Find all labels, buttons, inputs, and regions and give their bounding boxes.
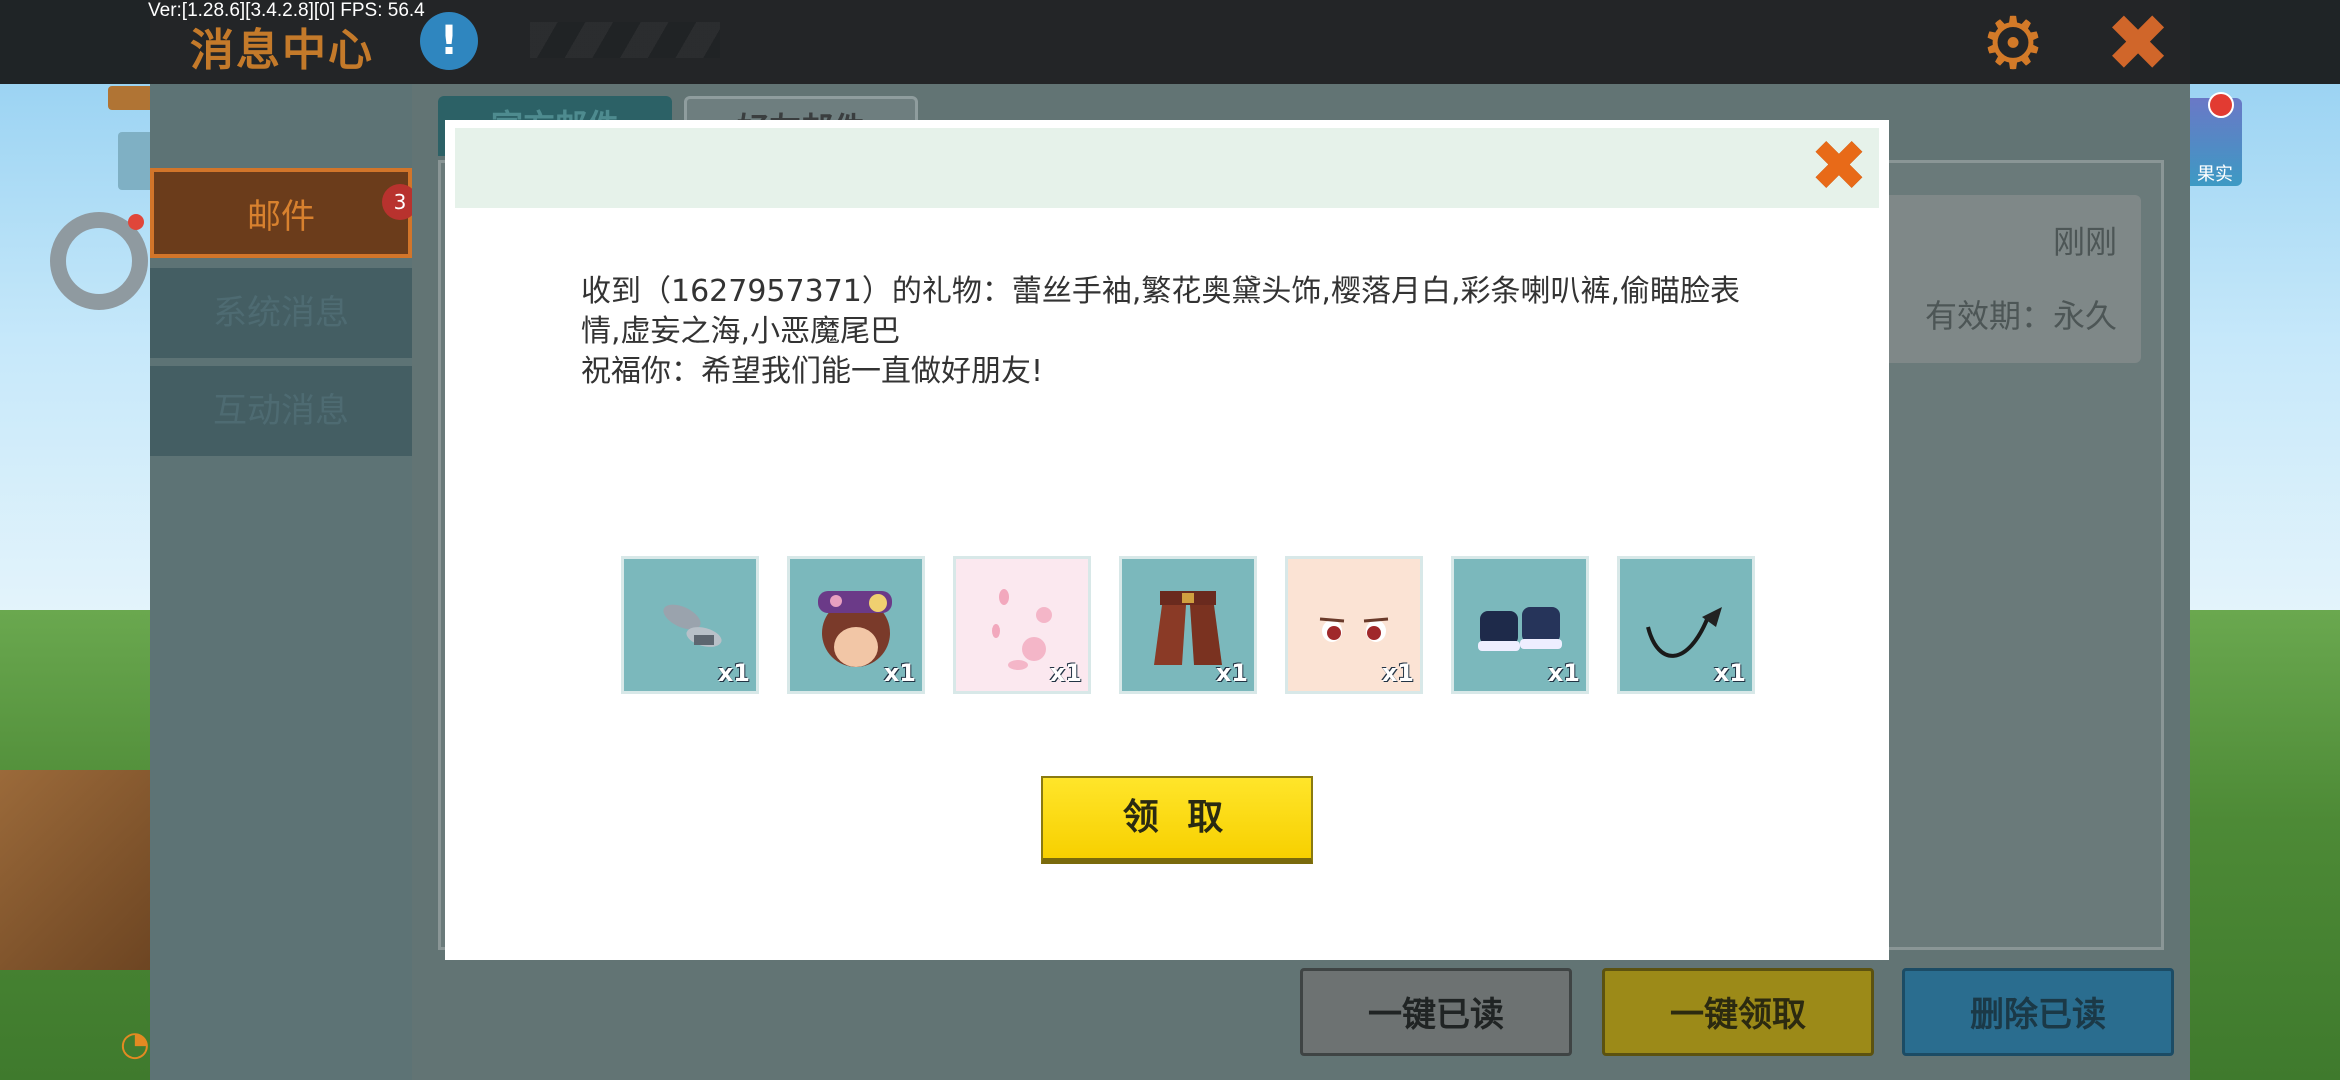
item-quantity: x1 <box>1547 659 1580 687</box>
fruit-notification-dot <box>2208 92 2234 118</box>
dialog-header <box>455 128 1879 208</box>
gear-icon[interactable]: ⚙ <box>1978 7 2048 79</box>
category-sidebar: 邮件 系统消息 互动消息 <box>150 84 412 1080</box>
version-fps-text: Ver:[1.28.6][3.4.2.8][0] FPS: 56.4 <box>148 0 425 21</box>
category-mail[interactable]: 邮件 <box>150 168 412 258</box>
gift-item-striped-flare-pants[interactable]: x1 <box>1119 556 1257 694</box>
header-decoration <box>530 22 720 58</box>
mail-time: 刚刚 <box>2052 223 2117 261</box>
gift-item-void-sea-shoes[interactable]: x1 <box>1451 556 1589 694</box>
item-quantity: x1 <box>1381 659 1414 687</box>
message-center-header: 消息中心 ! ⚙ ✖ <box>150 0 2190 84</box>
item-quantity: x1 <box>883 659 916 687</box>
close-icon[interactable]: ✖ <box>2102 5 2174 83</box>
gift-blessing-text: 祝福你：希望我们能一直做好朋友! <box>581 354 1044 389</box>
item-quantity: x1 <box>1215 659 1248 687</box>
gift-dialog: ✖ 收到（1627957371）的礼物：蕾丝手袖,繁花奥黛头饰,樱落月白,彩条喇… <box>445 120 1889 960</box>
item-quantity: x1 <box>1049 659 1082 687</box>
item-quantity: x1 <box>1713 659 1746 687</box>
claim-button[interactable]: 领 取 <box>1041 776 1313 864</box>
gift-items: x1 x1 x1 x1 x1 x1 x1 <box>621 556 1761 696</box>
dialog-close-icon[interactable]: ✖ <box>1807 131 1871 201</box>
mail-list-item[interactable]: 刚刚 有效期：永久 <box>1861 195 2141 363</box>
claim-all-button[interactable]: 一键领取 <box>1602 968 1874 1056</box>
gift-received-text: 收到（1627957371）的礼物：蕾丝手袖,繁花奥黛头饰,樱落月白,彩条喇叭裤… <box>581 274 1741 349</box>
gift-item-flower-headdress[interactable]: x1 <box>787 556 925 694</box>
gift-item-sakura-moon-white[interactable]: x1 <box>953 556 1091 694</box>
dirt-block <box>0 770 150 970</box>
fruit-label: 果实 <box>2197 164 2233 185</box>
category-interaction-messages[interactable]: 互动消息 <box>150 366 412 456</box>
message-center-title: 消息中心 <box>190 25 374 76</box>
mail-expiry: 有效期：永久 <box>1924 297 2117 335</box>
notification-dot <box>128 214 144 230</box>
gift-item-little-devil-tail[interactable]: x1 <box>1617 556 1755 694</box>
gift-item-peek-face-expression[interactable]: x1 <box>1285 556 1423 694</box>
gift-message: 收到（1627957371）的礼物：蕾丝手袖,繁花奥黛头饰,樱落月白,彩条喇叭裤… <box>581 272 1771 392</box>
backpack-icon[interactable] <box>108 86 154 110</box>
category-system-messages[interactable]: 系统消息 <box>150 268 412 358</box>
info-icon[interactable]: ! <box>420 12 478 70</box>
signal-icon: ◔ <box>120 1024 150 1064</box>
gift-item-lace-sleeves[interactable]: x1 <box>621 556 759 694</box>
delete-read-button[interactable]: 删除已读 <box>1902 968 2174 1056</box>
item-quantity: x1 <box>717 659 750 687</box>
read-all-button[interactable]: 一键已读 <box>1300 968 1572 1056</box>
